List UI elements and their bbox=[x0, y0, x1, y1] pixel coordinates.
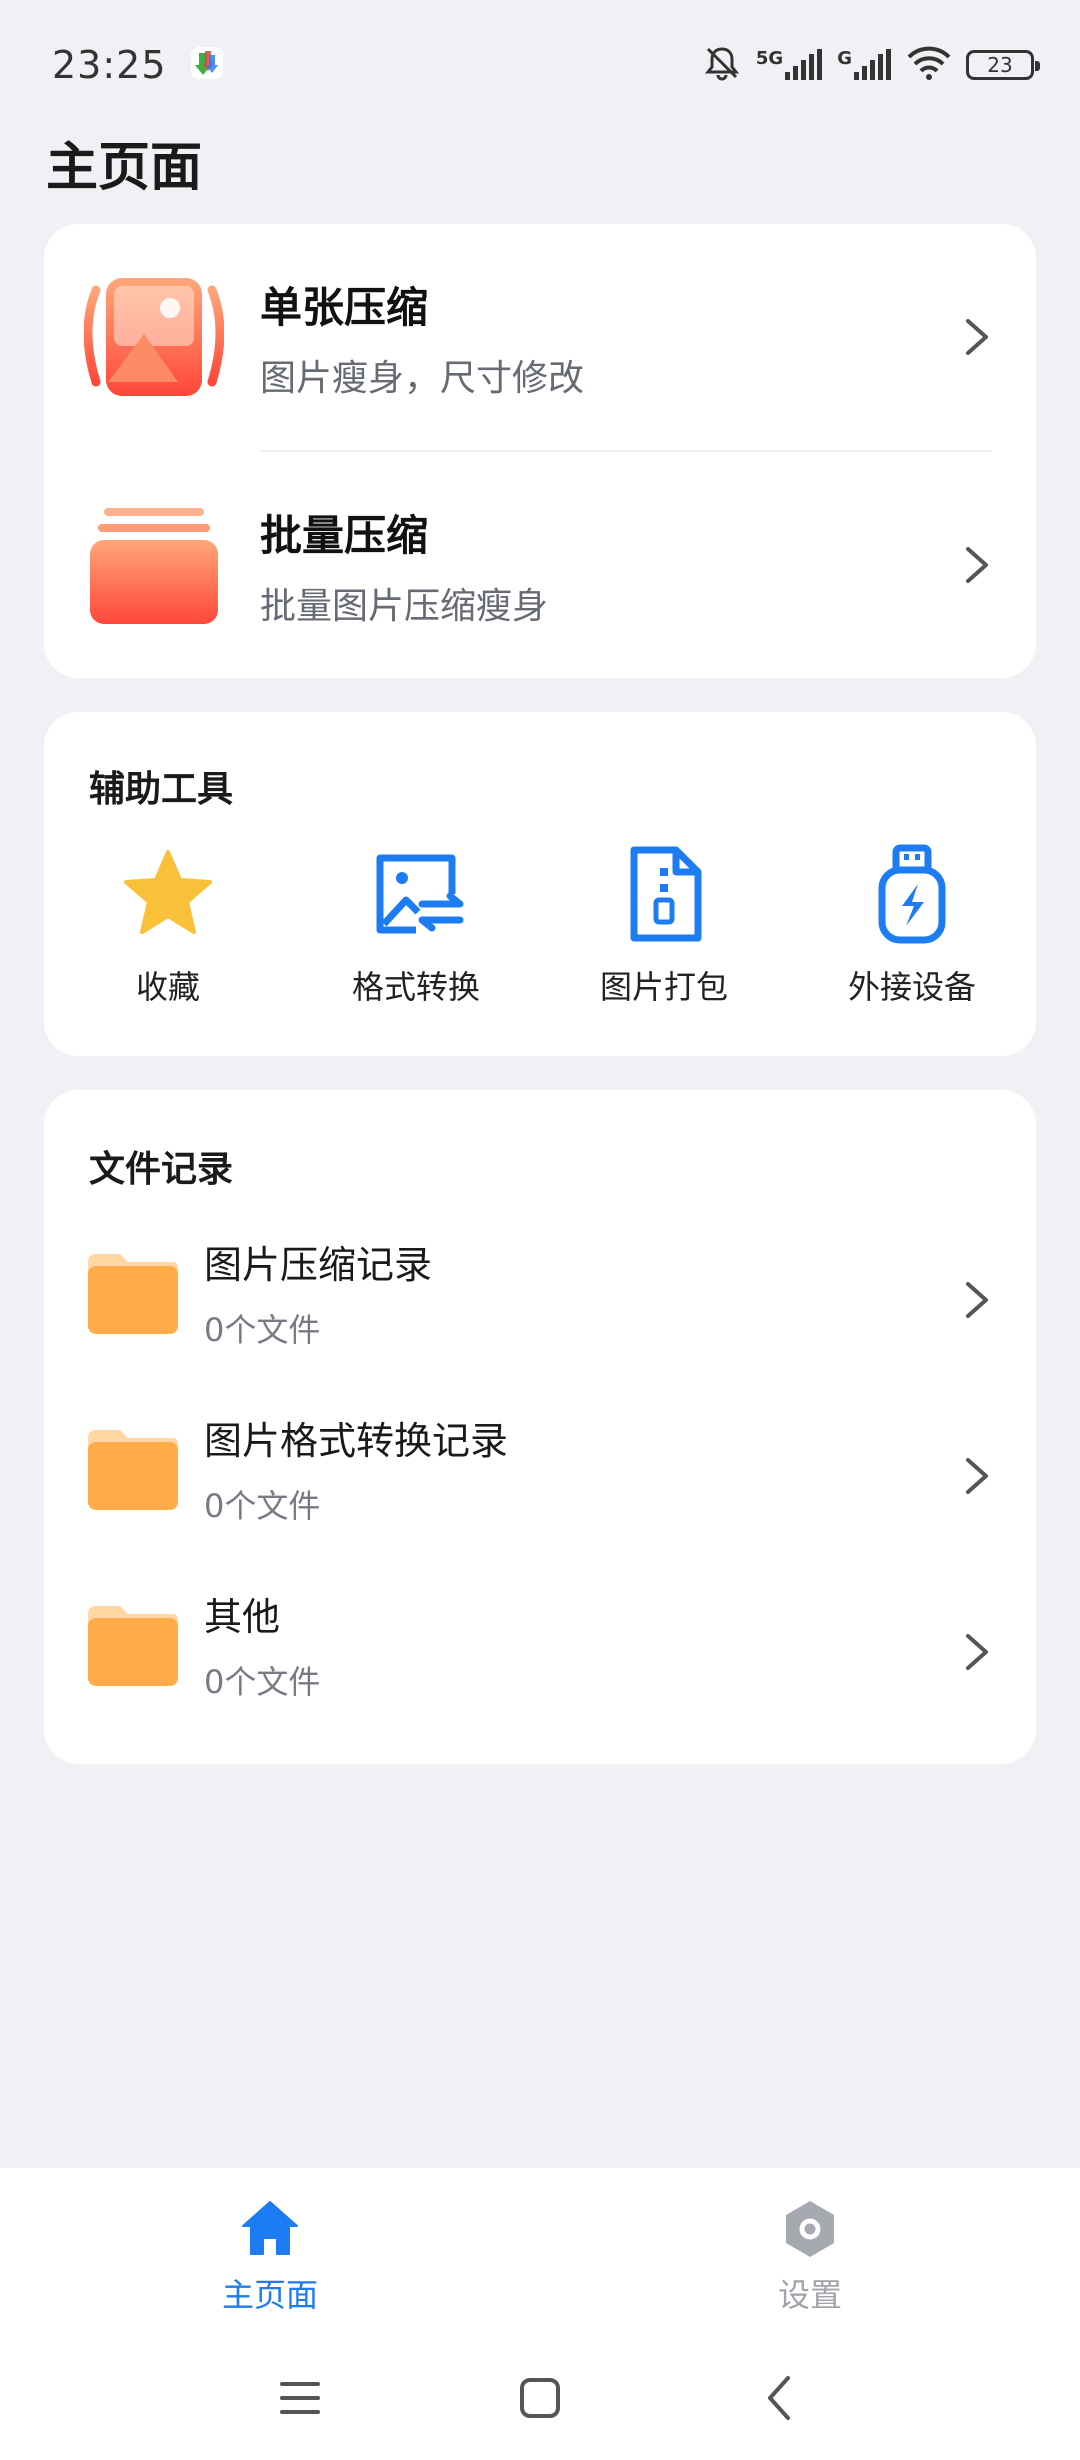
home-icon bbox=[242, 2201, 298, 2255]
single-compress-title: 单张压缩 bbox=[260, 282, 429, 332]
tool-label: 格式转换 bbox=[351, 968, 480, 1006]
folder-icon bbox=[88, 1254, 178, 1334]
tool-label: 收藏 bbox=[135, 968, 200, 1006]
batch-compress-texts: 批量压缩 批量图片压缩瘦身 bbox=[260, 502, 548, 629]
gear-icon bbox=[786, 2201, 834, 2257]
batch-stack-icon bbox=[90, 508, 218, 624]
image-convert-icon bbox=[376, 854, 464, 934]
folder-icon bbox=[88, 1606, 178, 1686]
records-card: 文件记录 图片压缩记录 0个文件 图片格式转换记录 0个文件 其他 0个文件 bbox=[44, 1090, 1036, 1764]
status-left: 23:25 bbox=[52, 43, 225, 87]
battery-icon: 23 bbox=[966, 50, 1040, 80]
batch-compress-title: 批量压缩 bbox=[260, 510, 429, 560]
bell-off-icon bbox=[702, 43, 742, 87]
record-count: 0个文件 bbox=[204, 1663, 321, 1701]
batch-compress-subtitle: 批量图片压缩瘦身 bbox=[260, 585, 549, 627]
folder-icon bbox=[88, 1430, 178, 1510]
single-compress-subtitle: 图片瘦身，尺寸修改 bbox=[260, 357, 585, 399]
chevron-right-icon bbox=[966, 1458, 988, 1494]
tools-card: 辅助工具 收藏 格式转换 图片打包 外接设备 bbox=[44, 712, 1036, 1056]
record-count: 0个文件 bbox=[204, 1311, 321, 1349]
usb-drive-icon bbox=[878, 844, 946, 944]
app-notification-icon bbox=[189, 45, 225, 85]
record-title: 图片格式转换记录 bbox=[204, 1419, 509, 1463]
nav-home[interactable]: 主页面 bbox=[0, 2168, 540, 2338]
nav-home-label: 主页面 bbox=[221, 2276, 318, 2314]
record-title: 其他 bbox=[204, 1595, 281, 1639]
tool-label: 图片打包 bbox=[599, 968, 728, 1006]
tool-format-convert[interactable]: 格式转换 bbox=[292, 844, 540, 1014]
bottom-nav: 主页面 设置 bbox=[0, 2168, 1080, 2338]
record-item-convert[interactable]: 图片格式转换记录 0个文件 bbox=[44, 1396, 1036, 1572]
wifi-icon bbox=[906, 45, 952, 85]
system-navigation-bar bbox=[0, 2338, 1080, 2460]
status-bar: 23:25 5G G 23 bbox=[0, 0, 1080, 130]
signal-icon-g: G bbox=[837, 48, 892, 82]
nav-settings-label: 设置 bbox=[777, 2276, 842, 2314]
record-count: 0个文件 bbox=[204, 1487, 321, 1525]
page-title: 主页面 bbox=[46, 138, 203, 198]
tools-row: 收藏 格式转换 图片打包 外接设备 bbox=[44, 844, 1036, 1014]
record-texts: 图片压缩记录 0个文件 bbox=[204, 1234, 432, 1351]
single-compress-row[interactable]: 单张压缩 图片瘦身，尺寸修改 bbox=[44, 224, 1036, 450]
nav-settings[interactable]: 设置 bbox=[540, 2168, 1080, 2338]
home-button-icon[interactable] bbox=[510, 2368, 570, 2428]
record-texts: 其他 0个文件 bbox=[204, 1586, 320, 1703]
record-title: 图片压缩记录 bbox=[204, 1243, 433, 1287]
network-type-label: 5G bbox=[755, 48, 784, 69]
batch-compress-row[interactable]: 批量压缩 批量图片压缩瘦身 bbox=[44, 452, 1036, 678]
records-section-title: 文件记录 bbox=[89, 1149, 234, 1190]
back-icon[interactable] bbox=[750, 2368, 810, 2428]
chevron-right-icon bbox=[966, 1282, 988, 1318]
record-item-other[interactable]: 其他 0个文件 bbox=[44, 1572, 1036, 1748]
star-icon bbox=[124, 850, 212, 934]
tool-image-pack[interactable]: 图片打包 bbox=[540, 844, 788, 1014]
status-right: 5G G 23 bbox=[702, 43, 1040, 87]
record-texts: 图片格式转换记录 0个文件 bbox=[204, 1410, 508, 1527]
tools-section-title: 辅助工具 bbox=[89, 769, 234, 810]
single-compress-texts: 单张压缩 图片瘦身，尺寸修改 bbox=[260, 274, 584, 401]
zip-file-icon bbox=[630, 846, 702, 942]
tool-label: 外接设备 bbox=[847, 968, 976, 1006]
chevron-right-icon bbox=[966, 547, 988, 583]
tool-external-device[interactable]: 外接设备 bbox=[788, 844, 1036, 1014]
record-item-compress[interactable]: 图片压缩记录 0个文件 bbox=[44, 1220, 1036, 1396]
chevron-right-icon bbox=[966, 1634, 988, 1670]
signal-icon-5g: 5G bbox=[756, 48, 823, 82]
status-time: 23:25 bbox=[52, 43, 167, 87]
chevron-right-icon bbox=[966, 319, 988, 355]
tool-favorites[interactable]: 收藏 bbox=[44, 844, 292, 1014]
image-compress-icon bbox=[84, 278, 224, 396]
network-type-label-2: G bbox=[837, 48, 852, 69]
main-actions-card: 单张压缩 图片瘦身，尺寸修改 批量压缩 批量图片压缩瘦身 bbox=[44, 224, 1036, 678]
menu-icon[interactable] bbox=[270, 2368, 330, 2428]
